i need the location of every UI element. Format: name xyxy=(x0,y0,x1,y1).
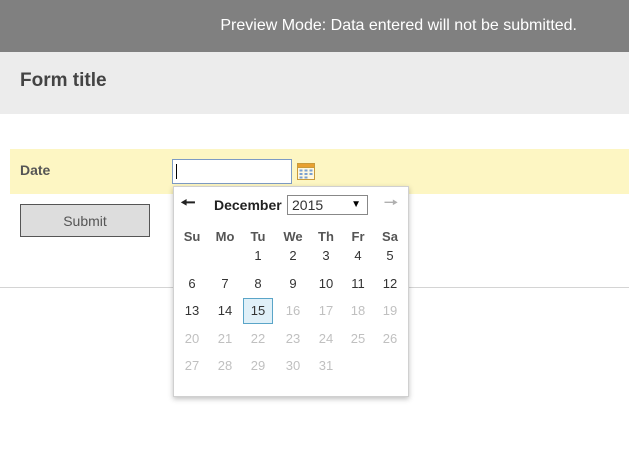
day-cell: 23 xyxy=(285,331,301,346)
datepicker-popup: 🠔 December 2015 ▼ 🠖 Su Mo Tu We Th Fr Sa 12345… xyxy=(173,186,409,397)
day-cell[interactable]: 11 xyxy=(343,271,373,297)
weekday-header: We xyxy=(283,229,303,244)
day-cell-selected[interactable]: 15 xyxy=(243,298,273,324)
day-cell: 25 xyxy=(350,331,366,346)
day-cell: 26 xyxy=(382,331,398,346)
text-cursor xyxy=(176,164,177,179)
day-cell: 24 xyxy=(318,331,334,346)
day-cell: 30 xyxy=(285,358,301,373)
day-cell: 29 xyxy=(250,358,266,373)
day-cell[interactable]: 1 xyxy=(243,243,273,269)
day-cell[interactable]: 4 xyxy=(343,243,373,269)
year-select[interactable]: 2015 ▼ xyxy=(287,195,368,215)
preview-mode-text: Preview Mode: Data entered will not be s… xyxy=(220,17,577,34)
dropdown-arrow-icon: ▼ xyxy=(351,199,361,210)
day-cell[interactable]: 6 xyxy=(177,271,207,297)
day-cell: 19 xyxy=(382,303,398,318)
day-cell: 20 xyxy=(184,331,200,346)
form-header: Form title xyxy=(0,52,629,114)
day-cell[interactable]: 9 xyxy=(278,271,308,297)
date-input[interactable] xyxy=(172,159,292,184)
day-cell: 22 xyxy=(250,331,266,346)
day-cell[interactable]: 14 xyxy=(210,298,240,324)
year-select-value: 2015 xyxy=(292,197,324,213)
day-cell[interactable]: 12 xyxy=(375,271,405,297)
weekday-header: Su xyxy=(183,229,201,244)
day-cell[interactable]: 10 xyxy=(311,271,341,297)
datepicker-month: December xyxy=(214,197,282,213)
weekday-header: Sa xyxy=(382,229,398,244)
day-cell: 21 xyxy=(217,331,233,346)
day-cell[interactable]: 7 xyxy=(210,271,240,297)
arrow-right-icon[interactable]: 🠖 xyxy=(381,193,401,213)
day-cell: 31 xyxy=(318,358,334,373)
weekday-header: Mo xyxy=(215,229,235,244)
day-cell[interactable]: 8 xyxy=(243,271,273,297)
weekday-header: Tu xyxy=(250,229,266,244)
preview-mode-banner: Preview Mode: Data entered will not be s… xyxy=(0,0,629,52)
day-cell[interactable]: 13 xyxy=(177,298,207,324)
day-cell[interactable]: 5 xyxy=(375,243,405,269)
day-cell[interactable]: 2 xyxy=(278,243,308,269)
day-cell: 28 xyxy=(217,358,233,373)
day-cell: 16 xyxy=(285,303,301,318)
form-title: Form title xyxy=(20,70,107,91)
weekday-header: Fr xyxy=(351,229,365,244)
day-cell: 18 xyxy=(350,303,366,318)
submit-button[interactable]: Submit xyxy=(20,204,150,237)
date-label: Date xyxy=(20,162,51,178)
calendar-icon[interactable] xyxy=(297,162,315,180)
day-cell: 17 xyxy=(318,303,334,318)
arrow-left-icon[interactable]: 🠔 xyxy=(178,193,198,213)
weekday-header: Th xyxy=(318,229,334,244)
day-cell: 27 xyxy=(184,358,200,373)
day-cell[interactable]: 3 xyxy=(311,243,341,269)
